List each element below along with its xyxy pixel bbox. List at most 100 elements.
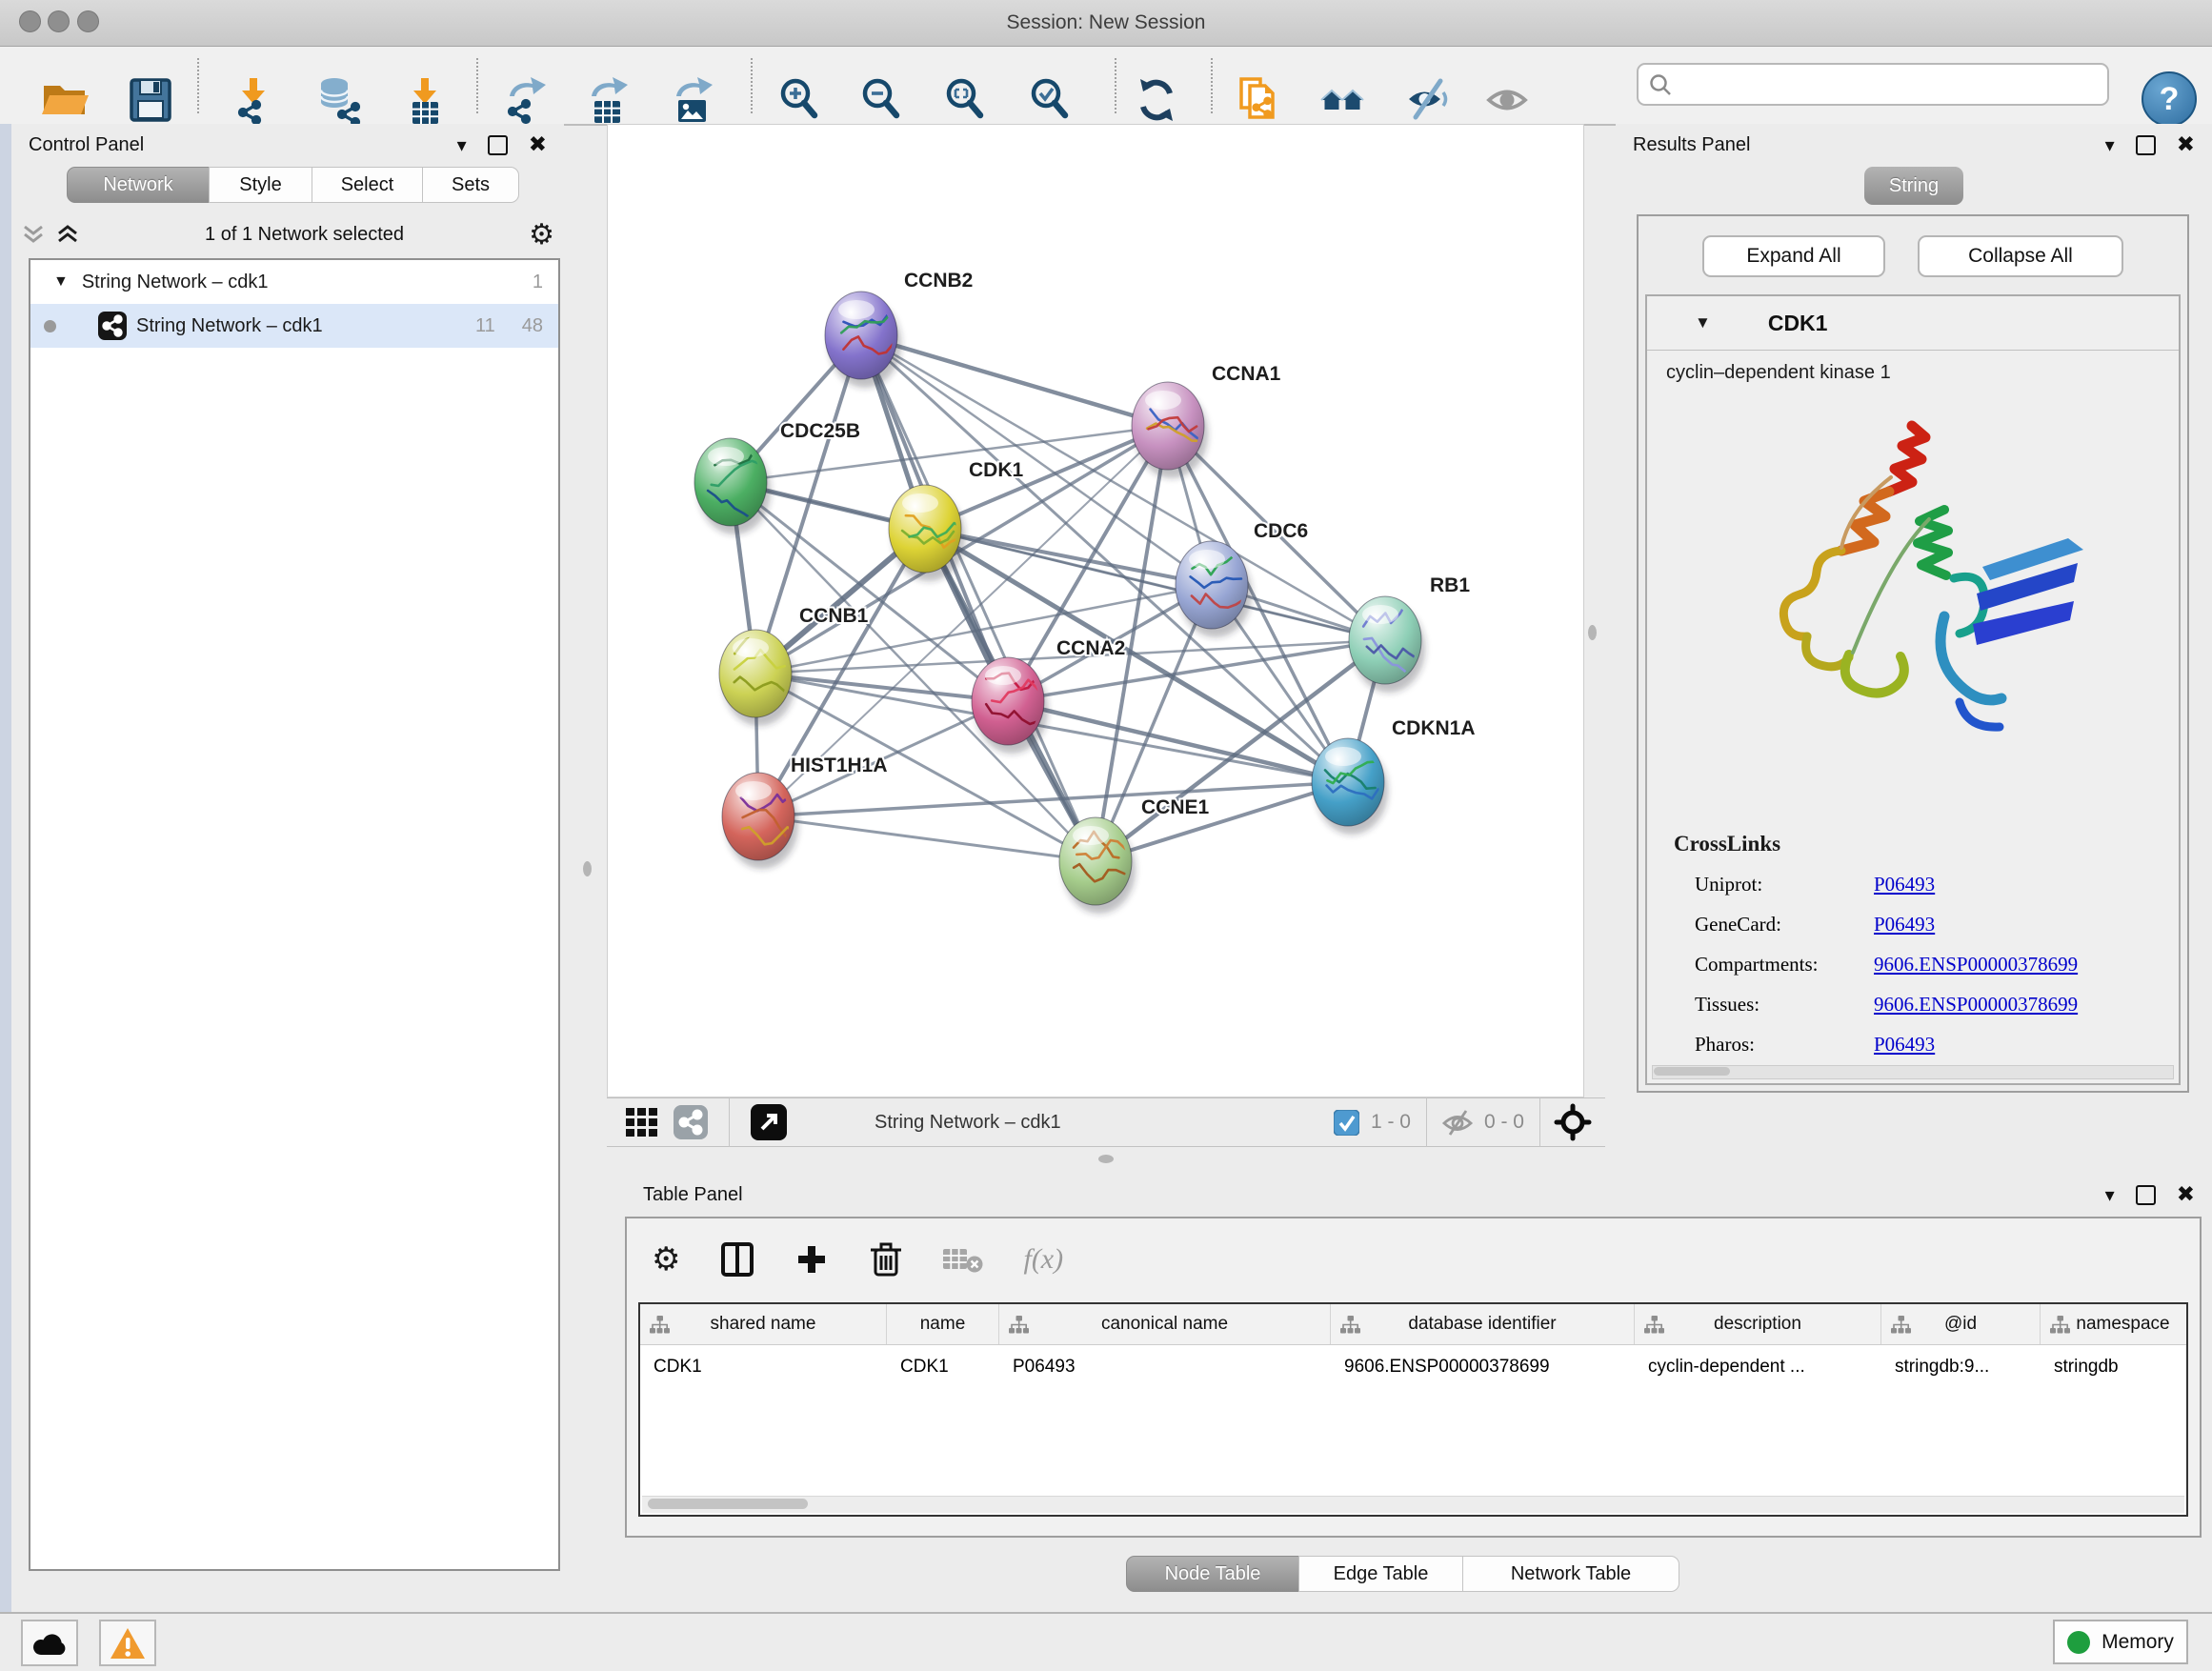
panel-close-icon[interactable]: ✖ <box>2177 132 2195 157</box>
expand-all-button[interactable]: Expand All <box>1702 235 1885 277</box>
splitter-grip-right[interactable] <box>1588 625 1597 640</box>
network-edge[interactable] <box>758 816 1096 861</box>
panel-menu-icon[interactable]: ▾ <box>457 133 467 157</box>
open-in-new-window-icon[interactable] <box>751 1104 787 1140</box>
table-settings-gear-icon[interactable]: ⚙ <box>652 1240 680 1278</box>
export-image-button[interactable] <box>665 73 718 127</box>
splitter-grip-left[interactable] <box>583 861 592 876</box>
birdseye-grid-icon[interactable] <box>626 1108 658 1137</box>
tab-network-table[interactable]: Network Table <box>1462 1556 1679 1592</box>
collapse-all-icon[interactable] <box>21 224 46 245</box>
export-network-button[interactable] <box>498 73 552 127</box>
table-cell[interactable]: P06493 <box>999 1357 1331 1378</box>
string-style-icon[interactable] <box>674 1105 708 1139</box>
network-collection-row[interactable]: ▼ String Network – cdk1 1 <box>30 260 558 304</box>
crosslink-link[interactable]: 9606.ENSP00000378699 <box>1874 993 2078 1017</box>
network-node-CCNA2[interactable] <box>972 657 1048 754</box>
network-node-HIST1H1A[interactable] <box>722 773 798 869</box>
results-scrollbar[interactable] <box>1652 1065 2174 1079</box>
panel-float-icon[interactable] <box>2136 1185 2156 1205</box>
show-columns-icon[interactable] <box>720 1241 754 1278</box>
column-header-database-identifier[interactable]: database identifier <box>1331 1304 1635 1344</box>
column-header-description[interactable]: description <box>1635 1304 1881 1344</box>
clone-network-button[interactable] <box>1233 73 1286 127</box>
help-button[interactable]: ? <box>2142 71 2197 127</box>
zoom-out-button[interactable] <box>855 73 909 127</box>
collapse-all-button[interactable]: Collapse All <box>1918 235 2123 277</box>
refresh-view-button[interactable] <box>1130 73 1183 127</box>
table-cell[interactable]: CDK1 <box>887 1357 999 1378</box>
network-node-CDK1[interactable] <box>889 485 965 581</box>
expand-all-icon[interactable] <box>55 224 80 245</box>
import-network-database-button[interactable] <box>312 73 365 127</box>
hide-selected-button[interactable] <box>1401 73 1455 127</box>
column-header-name[interactable]: name <box>887 1304 999 1344</box>
add-column-icon[interactable] <box>794 1242 829 1277</box>
panel-float-icon[interactable] <box>2136 135 2156 155</box>
network-edge[interactable] <box>861 335 1168 426</box>
network-node-CDKN1A[interactable] <box>1312 738 1388 835</box>
search-input[interactable] <box>1680 72 2107 96</box>
column-header-namespace[interactable]: namespace <box>2041 1304 2188 1344</box>
table-cell[interactable]: cyclin-dependent ... <box>1635 1357 1881 1378</box>
show-all-button[interactable] <box>1484 73 1538 127</box>
crosslink-link[interactable]: P06493 <box>1874 913 1935 936</box>
column-header-shared-name[interactable]: shared name <box>640 1304 887 1344</box>
import-network-file-button[interactable] <box>228 73 281 127</box>
tab-style[interactable]: Style <box>209 167 312 203</box>
network-node-CCNE1[interactable] <box>1059 817 1136 914</box>
save-session-button[interactable] <box>124 73 177 127</box>
node-table[interactable]: shared namenamecanonical namedatabase id… <box>638 1302 2188 1517</box>
splitter-grip-bottom[interactable] <box>1098 1155 1114 1163</box>
warnings-button[interactable] <box>99 1620 156 1666</box>
memory-button[interactable]: Memory <box>2053 1620 2188 1664</box>
table-cell[interactable]: stringdb:9... <box>1881 1357 2041 1378</box>
search-box[interactable] <box>1637 63 2109 106</box>
network-node-CCNB2[interactable] <box>825 292 901 388</box>
table-horizontal-scrollbar[interactable] <box>642 1496 2184 1513</box>
open-file-button[interactable] <box>37 73 90 127</box>
crosslink-link[interactable]: 9606.ENSP00000378699 <box>1874 953 2078 976</box>
panel-close-icon[interactable]: ✖ <box>2177 1182 2195 1207</box>
tab-sets[interactable]: Sets <box>422 167 519 203</box>
protein-caret-icon[interactable]: ▼ <box>1695 313 1711 332</box>
crosslink-link[interactable]: P06493 <box>1874 1033 1935 1057</box>
network-options-gear-icon[interactable]: ⚙ <box>529 218 554 252</box>
collection-caret-icon[interactable]: ▼ <box>53 273 69 291</box>
network-view-canvas[interactable]: CCNB2CCNA1CDC25BCDK1CDC6RB1CCNB1CCNA2CDK… <box>607 124 1584 1097</box>
network-edge[interactable] <box>1008 701 1348 782</box>
crosslink-link[interactable]: P06493 <box>1874 873 1935 896</box>
fit-selected-crosshair-icon[interactable] <box>1554 1103 1592 1141</box>
panel-close-icon[interactable]: ✖ <box>529 132 547 157</box>
network-node-CCNA1[interactable] <box>1132 382 1208 478</box>
tab-node-table[interactable]: Node Table <box>1126 1556 1299 1592</box>
home-layout-button[interactable] <box>1317 73 1371 127</box>
table-row[interactable]: CDK1CDK1P064939606.ENSP00000378699cyclin… <box>640 1345 2186 1389</box>
network-graph[interactable]: CCNB2CCNA1CDC25BCDK1CDC6RB1CCNB1CCNA2CDK… <box>608 125 1583 1097</box>
panel-menu-icon[interactable]: ▾ <box>2105 1183 2115 1207</box>
zoom-in-button[interactable] <box>774 73 827 127</box>
zoom-selected-button[interactable] <box>1024 73 1077 127</box>
zoom-fit-button[interactable] <box>939 73 993 127</box>
network-node-RB1[interactable] <box>1349 596 1425 693</box>
panel-float-icon[interactable] <box>488 135 508 155</box>
column-header-canonical-name[interactable]: canonical name <box>999 1304 1331 1344</box>
panel-menu-icon[interactable]: ▾ <box>2105 133 2115 157</box>
network-edge[interactable] <box>861 335 1385 640</box>
export-table-button[interactable] <box>580 73 633 127</box>
tab-network[interactable]: Network <box>67 167 210 203</box>
cloud-button[interactable] <box>21 1620 78 1666</box>
column-header--id[interactable]: @id <box>1881 1304 2041 1344</box>
network-edge[interactable] <box>861 335 1096 861</box>
delete-column-trash-icon[interactable] <box>869 1240 903 1278</box>
network-row[interactable]: String Network – cdk1 11 48 <box>30 304 558 348</box>
protein-card-header[interactable]: ▼ CDK1 <box>1647 296 2179 351</box>
tab-edge-table[interactable]: Edge Table <box>1298 1556 1463 1592</box>
table-cell[interactable]: 9606.ENSP00000378699 <box>1331 1357 1635 1378</box>
import-table-file-button[interactable] <box>399 73 452 127</box>
network-node-CCNB1[interactable] <box>719 616 795 726</box>
tab-select[interactable]: Select <box>312 167 423 203</box>
table-cell[interactable]: CDK1 <box>640 1357 887 1378</box>
table-cell[interactable]: stringdb <box>2041 1357 2188 1378</box>
selected-checkbox-icon[interactable] <box>1334 1110 1359 1136</box>
